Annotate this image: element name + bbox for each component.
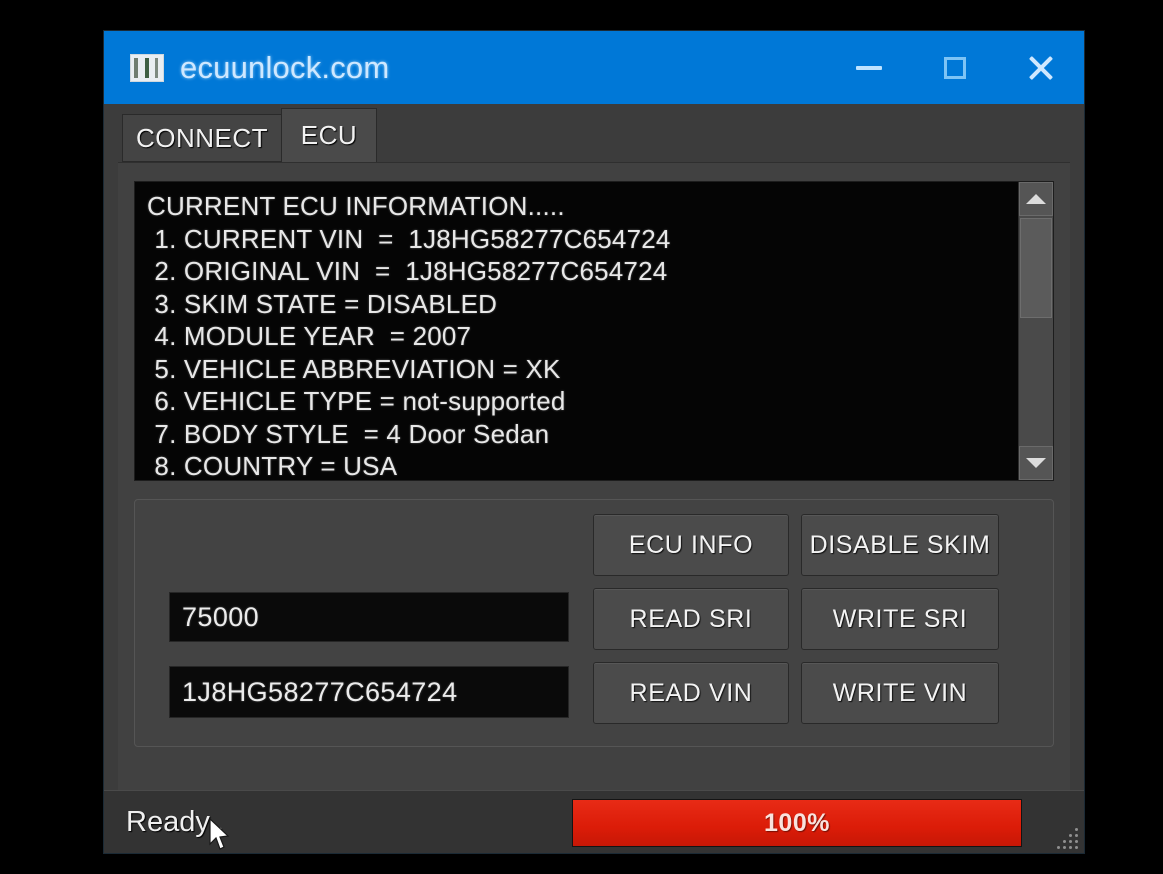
scroll-up-icon — [1026, 194, 1046, 204]
tab-connect-label: CONNECT — [135, 122, 269, 153]
ecu-info-button[interactable]: ECU INFO — [593, 514, 789, 576]
status-bar: Ready.. 100% — [104, 790, 1084, 853]
app-window-icon — [130, 53, 164, 82]
progress-percent-label: 100% — [764, 808, 830, 837]
console-line: 2. ORIGINAL VIN = 1J8HG58277C654724 — [147, 256, 668, 286]
read-sri-button[interactable]: READ SRI — [593, 588, 789, 650]
write-vin-button[interactable]: WRITE VIN — [801, 662, 999, 724]
console-line: 6. VEHICLE TYPE = not-supported — [147, 386, 566, 416]
console-line: 5. VEHICLE ABBREVIATION = XK — [147, 353, 561, 384]
screen: ecuunlock.com CONNECT ECU CURRENT ECU IN… — [0, 0, 1163, 874]
vin-input[interactable]: 1J8HG58277C654724 — [169, 666, 569, 718]
tab-ecu[interactable]: ECU — [281, 108, 377, 162]
close-icon — [1026, 53, 1056, 83]
scroll-down-button[interactable] — [1019, 446, 1053, 480]
ecu-actions-group: 75000 1J8HG58277C654724 ECU INFO DISABLE… — [134, 499, 1054, 747]
tab-page-ecu: CURRENT ECU INFORMATION..... 1. CURRENT … — [118, 162, 1070, 790]
window-body: CONNECT ECU CURRENT ECU INFORMATION.....… — [104, 104, 1084, 853]
minimize-button[interactable] — [826, 31, 912, 104]
scroll-up-button[interactable] — [1019, 182, 1053, 216]
tab-connect[interactable]: CONNECT — [122, 114, 282, 162]
application-window: ecuunlock.com CONNECT ECU CURRENT ECU IN… — [104, 31, 1084, 853]
scrollbar-track[interactable] — [1019, 216, 1053, 446]
sri-input[interactable]: 75000 — [169, 592, 569, 642]
progress-bar: 100% — [572, 799, 1022, 847]
status-message: Ready.. — [126, 805, 224, 838]
minimize-icon — [856, 65, 882, 70]
console-line: 1. CURRENT VIN = 1J8HG58277C654724 — [147, 223, 671, 254]
read-vin-button[interactable]: READ VIN — [593, 662, 789, 724]
window-title: ecuunlock.com — [180, 49, 390, 85]
progress-bar-fill: 100% — [573, 800, 1021, 846]
maximize-icon — [944, 56, 966, 79]
resize-grip[interactable] — [1052, 823, 1078, 849]
tab-strip: CONNECT ECU — [104, 104, 1084, 162]
console-line: 4. MODULE YEAR = 2007 — [147, 321, 472, 351]
scrollbar-thumb[interactable] — [1020, 218, 1052, 318]
console-line: CURRENT ECU INFORMATION..... — [147, 191, 565, 221]
console-line: 3. SKIM STATE = DISABLED — [147, 288, 498, 319]
ecu-output-console[interactable]: CURRENT ECU INFORMATION..... 1. CURRENT … — [134, 181, 1054, 481]
console-scrollbar[interactable] — [1018, 182, 1053, 480]
scroll-down-icon — [1026, 458, 1046, 468]
console-line: 7. BODY STYLE = 4 Door Sedan — [147, 418, 550, 449]
maximize-button[interactable] — [912, 31, 998, 104]
console-text: CURRENT ECU INFORMATION..... 1. CURRENT … — [135, 182, 1018, 480]
disable-skim-button[interactable]: DISABLE SKIM — [801, 514, 999, 576]
close-button[interactable] — [998, 31, 1084, 104]
window-controls — [826, 31, 1084, 104]
write-sri-button[interactable]: WRITE SRI — [801, 588, 999, 650]
title-bar: ecuunlock.com — [104, 31, 1084, 104]
tab-ecu-label: ECU — [300, 120, 358, 150]
console-line: 8. COUNTRY = USA — [147, 451, 398, 480]
